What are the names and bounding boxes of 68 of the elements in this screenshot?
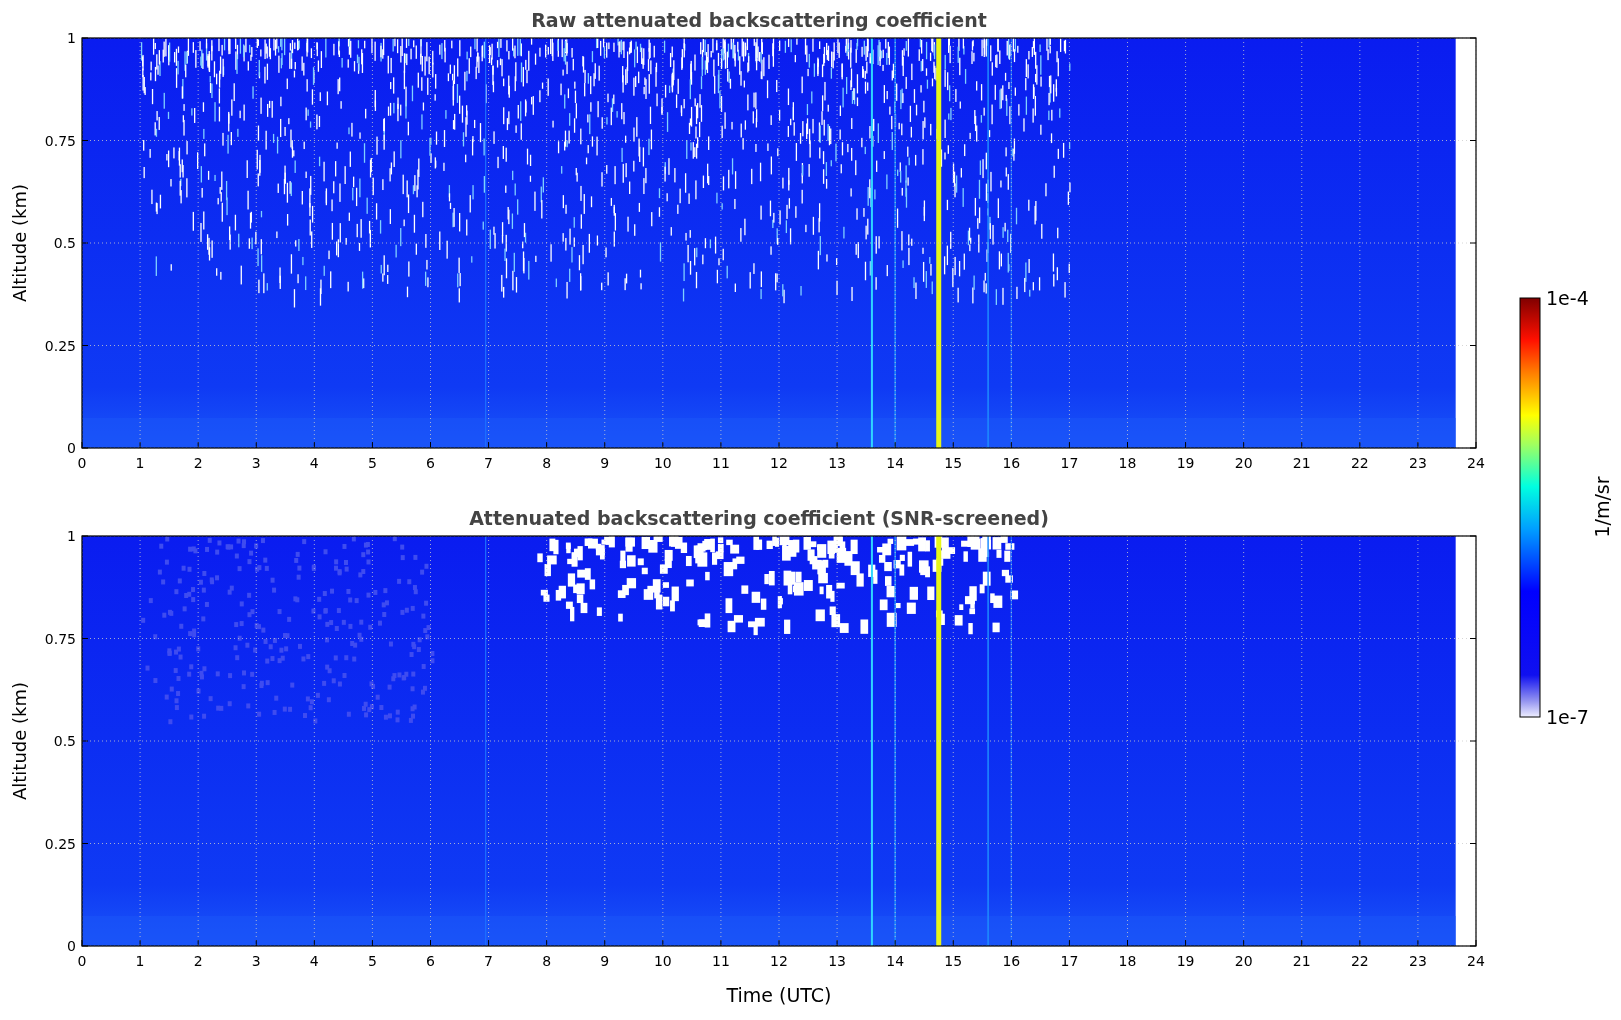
tick-label: 23 — [1409, 953, 1427, 969]
tick-label: 9 — [600, 953, 610, 969]
tick-label: 1 — [67, 30, 76, 46]
axis-label: Altitude (km) — [9, 183, 30, 303]
tick-label: 1 — [67, 528, 76, 544]
tick-label: 3 — [251, 953, 261, 969]
tick-label: 1e-7 — [1546, 706, 1589, 728]
tick-label: 0.5 — [53, 733, 76, 749]
tick-label: 18 — [1118, 953, 1137, 969]
axis-label: 1/m/sr — [1591, 476, 1613, 538]
plot-title: Raw attenuated backscattering coefficient — [531, 9, 987, 31]
tick-label: 2 — [193, 953, 203, 969]
tick-label: 8 — [542, 953, 552, 969]
tick-label: 1 — [135, 455, 145, 471]
axis-label: Altitude (km) — [9, 681, 30, 801]
tick-label: 0 — [77, 953, 87, 969]
tick-label: 13 — [828, 455, 846, 471]
tick-label: 3 — [251, 455, 261, 471]
tick-label: 22 — [1350, 953, 1369, 969]
tick-label: 22 — [1350, 455, 1369, 471]
plot-title: Attenuated backscattering coefficient (SNR-screened) — [469, 507, 1049, 529]
tick-label: 17 — [1060, 455, 1079, 471]
tick-label: 24 — [1467, 953, 1485, 969]
tick-label: 6 — [426, 455, 435, 471]
tick-label: 23 — [1409, 455, 1427, 471]
tick-label: 0.75 — [44, 630, 76, 647]
tick-label: 14 — [886, 953, 905, 969]
tick-label: 0 — [67, 938, 76, 954]
tick-label: 0 — [67, 440, 76, 456]
tick-label: 16 — [1002, 953, 1021, 969]
tick-label: 7 — [484, 455, 494, 471]
tick-label: 13 — [828, 953, 846, 969]
tick-label: 14 — [886, 455, 905, 471]
tick-label: 10 — [653, 953, 672, 969]
tick-label: 1e-4 — [1546, 287, 1589, 309]
axis-label: Time (UTC) — [726, 984, 832, 1006]
tick-label: 9 — [600, 455, 610, 471]
tick-label: 0.75 — [44, 132, 76, 149]
tick-label: 0.5 — [53, 235, 76, 251]
tick-label: 2 — [193, 455, 203, 471]
tick-label: 8 — [542, 455, 552, 471]
tick-label: 11 — [712, 953, 730, 969]
tick-label: 20 — [1234, 455, 1253, 471]
tick-label: 11 — [712, 455, 730, 471]
tick-label: 17 — [1060, 953, 1079, 969]
tick-label: 15 — [944, 455, 963, 471]
tick-label: 12 — [770, 455, 788, 471]
tick-label: 0 — [77, 455, 87, 471]
tick-label: 1 — [135, 953, 145, 969]
tick-label: 16 — [1002, 455, 1021, 471]
tick-label: 18 — [1118, 455, 1137, 471]
tick-label: 15 — [944, 953, 963, 969]
tick-label: 12 — [770, 953, 788, 969]
tick-label: 4 — [309, 455, 319, 471]
tick-label: 21 — [1292, 455, 1311, 471]
tick-label: 21 — [1292, 953, 1311, 969]
tick-label: 7 — [484, 953, 494, 969]
tick-label: 24 — [1467, 455, 1485, 471]
tick-label: 5 — [367, 455, 377, 471]
tick-label: 0.25 — [44, 337, 76, 354]
tick-label: 6 — [426, 953, 435, 969]
tick-label: 19 — [1176, 953, 1195, 969]
tick-label: 5 — [367, 953, 377, 969]
tick-label: 0.25 — [44, 835, 76, 852]
tick-label: 19 — [1176, 455, 1195, 471]
tick-label: 4 — [309, 953, 319, 969]
tick-label: 20 — [1234, 953, 1253, 969]
tick-label: 10 — [653, 455, 672, 471]
